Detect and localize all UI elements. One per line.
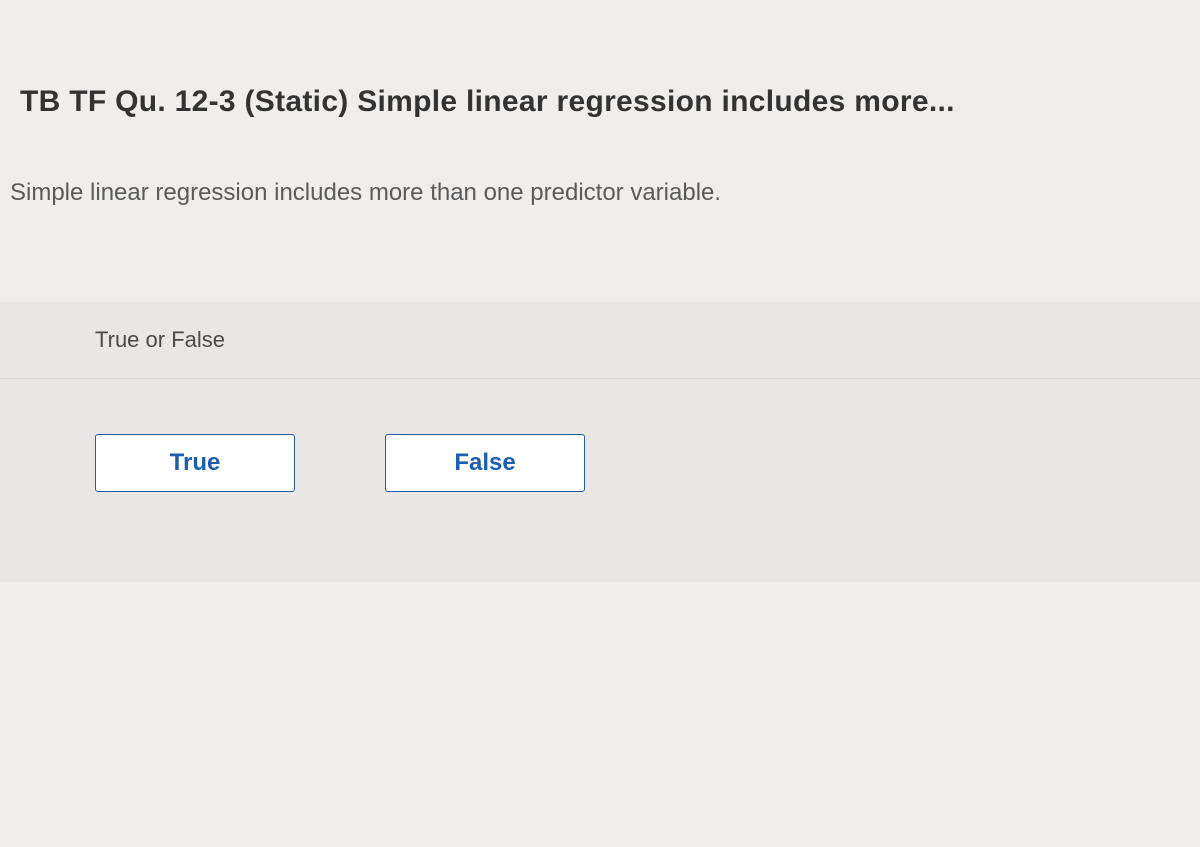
false-button[interactable]: False [385,434,585,492]
true-button[interactable]: True [95,434,295,492]
answer-buttons-row: True False [0,379,1200,582]
question-container: TB TF Qu. 12-3 (Static) Simple linear re… [0,0,1200,582]
question-title: TB TF Qu. 12-3 (Static) Simple linear re… [0,0,1200,119]
answer-panel: True or False True False [0,302,1200,582]
answer-prompt: True or False [0,302,1200,379]
question-text: Simple linear regression includes more t… [0,119,1200,207]
